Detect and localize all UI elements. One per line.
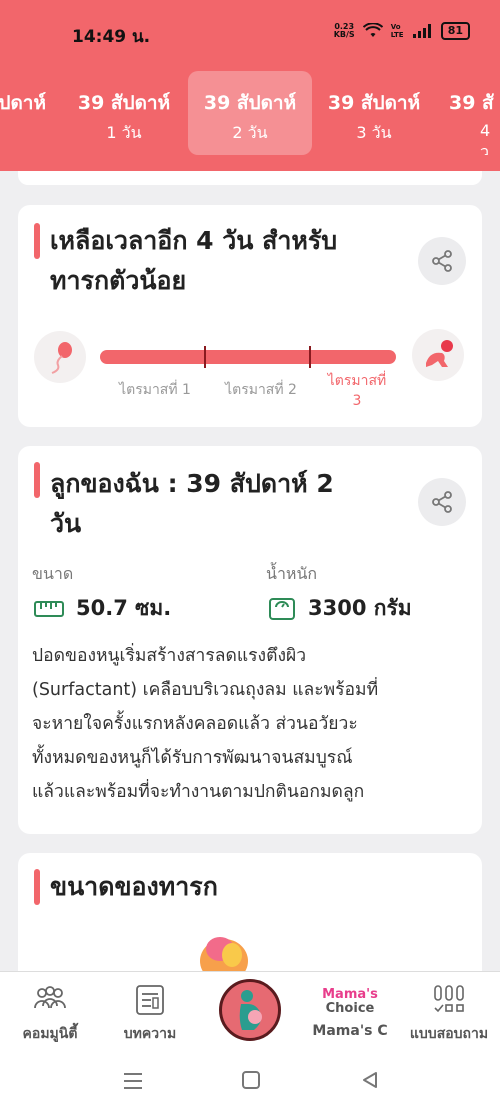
weight-value: 3300 กรัม — [268, 592, 412, 625]
countdown-title: เหลือเวลาอีก 4 วัน สำหรับ ทารกตัวน้อย — [50, 226, 338, 295]
nav-mamas-choice[interactable]: Mama's Choice Mama's C — [306, 972, 394, 1052]
size-label: ขนาด — [32, 564, 74, 583]
share-icon — [432, 250, 452, 272]
back-icon[interactable] — [360, 1070, 380, 1090]
trimester-2-label: ไตรมาสที่ 2 — [225, 382, 297, 398]
title-accent-bar — [34, 462, 40, 498]
pregnancy-progress-bar — [100, 346, 396, 368]
battery-indicator: 81 — [440, 22, 470, 40]
share-button[interactable] — [418, 237, 466, 285]
article-icon — [136, 985, 164, 1015]
title-accent-bar — [34, 869, 40, 905]
week-tab[interactable]: 39 สั 4 ว — [438, 71, 500, 155]
wifi-icon — [362, 23, 383, 37]
scale-icon — [269, 597, 295, 620]
volte-label: Vo LTE — [390, 23, 404, 39]
weight-label: น้ำหนัก — [266, 564, 318, 583]
previous-card-edge — [18, 171, 482, 185]
trimester-1-label: ไตรมาสที่ 1 — [119, 382, 191, 398]
share-icon — [432, 491, 452, 513]
crawling-baby-icon — [412, 329, 464, 381]
sperm-icon — [34, 331, 86, 383]
baby-description: ปอดของหนูเริ่มสร้างสารลดแรงตึงผิว (Surfa… — [32, 646, 379, 802]
share-button[interactable] — [418, 478, 466, 526]
signal-icon — [412, 24, 431, 38]
nav-articles[interactable]: บทความ — [106, 972, 194, 1052]
week-tab[interactable]: 39 สัปดาห์ 1 วัน — [62, 71, 186, 155]
trimester-3-label: ไตรมาสที่ 3 — [327, 373, 387, 409]
status-icons: 0.23 KB/S Vo LTE 81 — [334, 22, 470, 40]
countdown-card: เหลือเวลาอีก 4 วัน สำหรับ ทารกตัวน้อย ไต… — [18, 205, 482, 427]
size-value: 50.7 ซม. — [34, 592, 171, 625]
week-tab[interactable]: ปดาห์ — [0, 71, 56, 155]
week-tabs: ปดาห์ 39 สัปดาห์ 1 วัน 39 สัปดาห์ 2 วัน … — [0, 71, 500, 155]
survey-icon — [434, 985, 464, 1013]
week-tab[interactable]: 39 สัปดาห์ 3 วัน — [312, 71, 436, 155]
recent-apps-icon[interactable] — [122, 1071, 144, 1091]
baby-size-card: ขนาดของทารก — [18, 853, 482, 983]
center-home-button[interactable] — [219, 979, 281, 1041]
app-header: 14:49 น. 0.23 KB/S Vo LTE 81 ปดาห์ 39 สั… — [0, 0, 500, 171]
baby-week-title: ลูกของฉัน : 39 สัปดาห์ 2 วัน — [50, 469, 334, 538]
pregnant-mother-icon — [239, 990, 262, 1030]
net-speed: 0.23 KB/S — [333, 22, 355, 39]
status-bar: 14:49 น. 0.23 KB/S Vo LTE 81 — [0, 0, 500, 64]
title-accent-bar — [34, 223, 40, 259]
baby-size-title: ขนาดของทารก — [50, 872, 218, 901]
status-time: 14:49 น. — [72, 27, 151, 47]
system-navigation-bar — [0, 1051, 500, 1111]
nav-community[interactable]: คอมมูนิตี้ — [6, 972, 94, 1052]
trimester-divider — [204, 346, 206, 368]
community-icon — [34, 986, 66, 1009]
mamas-choice-logo: Mama's Choice — [322, 987, 378, 1016]
ruler-icon — [34, 600, 64, 617]
trimester-divider — [309, 346, 311, 368]
baby-info-card: ลูกของฉัน : 39 สัปดาห์ 2 วัน ขนาด 50.7 ซ… — [18, 446, 482, 834]
week-tab-active[interactable]: 39 สัปดาห์ 2 วัน — [188, 71, 312, 155]
nav-survey[interactable]: แบบสอบถาม — [398, 972, 500, 1052]
home-icon[interactable] — [241, 1070, 261, 1090]
